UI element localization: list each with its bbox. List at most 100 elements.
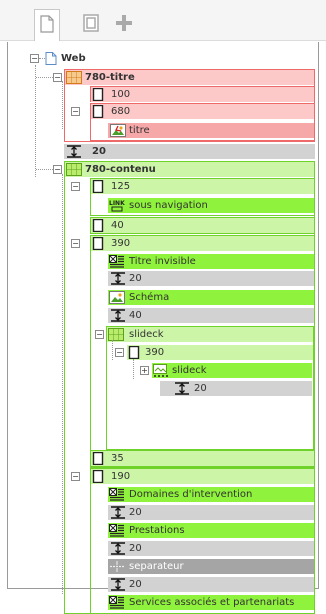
- collapse-toggle[interactable]: −: [53, 73, 62, 82]
- tree-node-spacer-20[interactable]: 20: [160, 381, 312, 396]
- spacer-icon: [110, 542, 126, 556]
- tree-node-col-190[interactable]: 190: [91, 469, 314, 484]
- tree-node-label: Schéma: [129, 292, 170, 303]
- tree-node-label: slideck: [172, 365, 207, 376]
- tree-node-web[interactable]: − Web: [24, 51, 224, 66]
- text-block-icon: [109, 524, 125, 538]
- column-icon: [92, 469, 104, 484]
- column-icon: [92, 218, 104, 233]
- tree-node-spacer-20[interactable]: 20: [108, 577, 314, 592]
- grid-icon: [66, 71, 82, 85]
- tree-node-label: slideck: [129, 329, 164, 340]
- tree-node-col-40[interactable]: 40: [91, 218, 314, 233]
- tree-node-label: Prestations: [129, 525, 185, 536]
- spacer-icon: [110, 272, 126, 286]
- tree-node-separateur[interactable]: separateur: [108, 559, 314, 574]
- text-block-icon: [109, 255, 125, 269]
- tree-node-label: 100: [111, 89, 131, 100]
- tree-node-spacer-40[interactable]: 40: [108, 308, 314, 323]
- collapse-toggle[interactable]: −: [71, 107, 80, 116]
- tree-node-label: 40: [129, 310, 142, 321]
- spacer-icon: [110, 506, 126, 520]
- tree-node-label: 20: [129, 579, 142, 590]
- tree-node-schema[interactable]: Schéma: [108, 290, 314, 305]
- tree-node-label: 20: [129, 273, 142, 284]
- tree-node-spacer-20[interactable]: 20: [64, 144, 315, 159]
- tree-node-label: 780-contenu: [85, 164, 156, 175]
- tree-node-label: titre: [129, 125, 150, 136]
- page-icon: [45, 52, 57, 66]
- collapse-toggle[interactable]: −: [71, 472, 80, 481]
- collapse-toggle[interactable]: −: [95, 330, 104, 339]
- tree-node-slideck-item[interactable]: slideck: [152, 363, 312, 378]
- column-icon: [92, 451, 104, 466]
- grid-icon: [66, 163, 82, 177]
- tree-node-label: 20: [194, 383, 207, 394]
- tree-node-col-390[interactable]: 390: [91, 236, 314, 251]
- tree-node-label: 20: [92, 146, 106, 157]
- tree-node-label: 125: [111, 181, 131, 192]
- link-icon: LINK: [109, 199, 125, 213]
- tree-node-label: sous navigation: [129, 200, 208, 211]
- tree-node-col-125[interactable]: 125: [91, 179, 314, 194]
- tree-node-label: 40: [111, 220, 124, 231]
- tree-node-780-contenu[interactable]: 780-contenu: [65, 162, 314, 177]
- column-icon: [128, 345, 140, 360]
- collapse-toggle[interactable]: −: [115, 348, 124, 357]
- tree-node-titre-image[interactable]: titre: [108, 123, 314, 138]
- tree-node-slideck-col-390[interactable]: 390: [127, 345, 313, 360]
- tree-node-services[interactable]: Services associés et partenariats: [108, 595, 314, 610]
- tree-node-spacer-20[interactable]: 20: [108, 541, 314, 556]
- collapse-toggle[interactable]: −: [30, 54, 39, 63]
- tree-node-col-35[interactable]: 35: [91, 451, 314, 466]
- spacer-icon: [110, 578, 126, 592]
- tree-node-sous-navigation[interactable]: LINK sous navigation: [108, 198, 314, 213]
- tree-node-label: 20: [129, 543, 142, 554]
- tree-node-label: separateur: [129, 561, 184, 572]
- tree-node-prestations[interactable]: Prestations: [108, 523, 314, 538]
- toolbar: [0, 0, 326, 41]
- spacer-icon: [66, 145, 82, 159]
- tree-node-label: Services associés et partenariats: [129, 597, 295, 608]
- tree-node-spacer-20[interactable]: 20: [108, 505, 314, 520]
- image-icon: [110, 124, 126, 138]
- tree-node-label: 20: [129, 507, 142, 518]
- column-icon: [92, 87, 104, 102]
- tree-node-spacer-20[interactable]: 20: [108, 271, 314, 286]
- text-block-icon: [109, 596, 125, 610]
- spacer-icon: [174, 382, 190, 396]
- tree-node-label: Web: [61, 53, 86, 64]
- layout-tab[interactable]: [78, 9, 104, 35]
- text-block-icon: [109, 488, 125, 502]
- tree-node-label: Domaines d'intervention: [129, 489, 253, 500]
- column-icon: [92, 236, 104, 251]
- separator-icon: [109, 560, 125, 574]
- tree-panel: − Web 780-titre − 100 680 − titre 20 780…: [0, 40, 326, 614]
- collapse-toggle[interactable]: −: [53, 165, 62, 174]
- column-icon: [92, 104, 104, 119]
- tree-node-label: 390: [145, 347, 165, 358]
- tree-node-domaines[interactable]: Domaines d'intervention: [108, 487, 314, 502]
- expand-toggle[interactable]: +: [140, 366, 149, 375]
- tree-node-slideck-grid[interactable]: slideck: [107, 327, 313, 342]
- page-tab[interactable]: [34, 9, 60, 41]
- image-icon: [109, 291, 125, 305]
- tree-node-col-100[interactable]: 100: [91, 87, 314, 102]
- tree-node-label: 390: [111, 238, 131, 249]
- collapse-toggle[interactable]: −: [71, 182, 80, 191]
- collapse-toggle[interactable]: −: [71, 239, 80, 248]
- add-tab[interactable]: [110, 9, 136, 35]
- column-icon: [92, 179, 104, 194]
- slideshow-icon: [153, 364, 169, 378]
- tree-node-label: 35: [111, 453, 124, 464]
- tree-node-titre-invisible[interactable]: Titre invisible: [108, 254, 314, 269]
- tree-node-label: 780-titre: [85, 72, 135, 83]
- tree-node-780-titre[interactable]: 780-titre: [65, 70, 314, 85]
- tree-node-label: Titre invisible: [129, 256, 196, 267]
- spacer-icon: [110, 309, 126, 323]
- tree-node-col-680[interactable]: 680: [91, 104, 314, 119]
- svg-text:LINK: LINK: [109, 200, 125, 207]
- tree-node-label: 190: [111, 471, 131, 482]
- tree-node-label: 680: [111, 106, 131, 117]
- grid-icon: [108, 328, 124, 342]
